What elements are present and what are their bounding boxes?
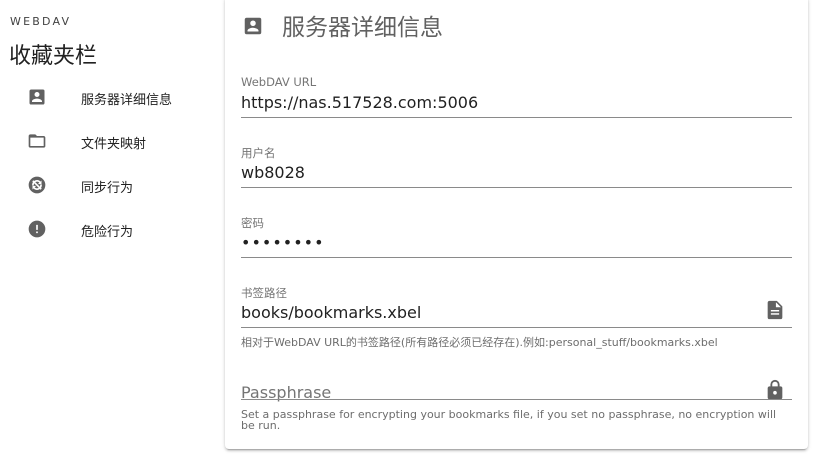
app-title: 收藏夹栏 (9, 44, 98, 69)
url-input[interactable] (241, 89, 761, 115)
sync-off-icon (28, 176, 46, 194)
username-underline (241, 187, 792, 188)
passphrase-input[interactable] (241, 379, 761, 405)
sidebar-item-label: 危险行为 (81, 225, 134, 240)
sidebar-item-folder-mapping[interactable]: 文件夹映射 (0, 121, 210, 161)
bookmark-path-hint: 相对于WebDAV URL的书签路径(所有路径必须已经存在).例如:person… (241, 336, 718, 349)
bookmark-path-input[interactable] (241, 299, 761, 325)
sidebar-item-label: 文件夹映射 (81, 137, 147, 152)
server-details-card: 服务器详细信息 WebDAV URL 用户名 密码 书签路径 相对于WebDAV… (225, 0, 808, 449)
folder-outline-icon (28, 134, 46, 148)
sidebar: WEBDAV 收藏夹栏 服务器详细信息 文件夹映射 同步行为 危险行为 (0, 0, 220, 461)
sidebar-item-danger-zone[interactable]: 危险行为 (0, 209, 210, 249)
sidebar-item-label: 同步行为 (81, 181, 134, 196)
passphrase-hint: Set a passphrase for encrypting your boo… (241, 408, 777, 432)
sidebar-item-sync-behavior[interactable]: 同步行为 (0, 165, 210, 205)
username-input[interactable] (241, 159, 761, 185)
passphrase-underline (241, 399, 792, 400)
card-title: 服务器详细信息 (282, 15, 443, 41)
url-underline (241, 117, 792, 118)
url-label: WebDAV URL (241, 75, 317, 89)
lock-icon[interactable] (764, 379, 786, 401)
sidebar-item-server-details[interactable]: 服务器详细信息 (0, 77, 210, 117)
brand-label: WEBDAV (10, 15, 72, 28)
alert-circle-icon (28, 220, 46, 238)
file-document-icon[interactable] (764, 299, 786, 321)
bookmark-path-underline (241, 327, 792, 328)
account-box-icon (29, 89, 45, 105)
account-box-icon (244, 17, 262, 35)
password-underline (241, 257, 792, 258)
sidebar-item-label: 服务器详细信息 (81, 93, 173, 108)
password-input[interactable] (241, 229, 761, 255)
